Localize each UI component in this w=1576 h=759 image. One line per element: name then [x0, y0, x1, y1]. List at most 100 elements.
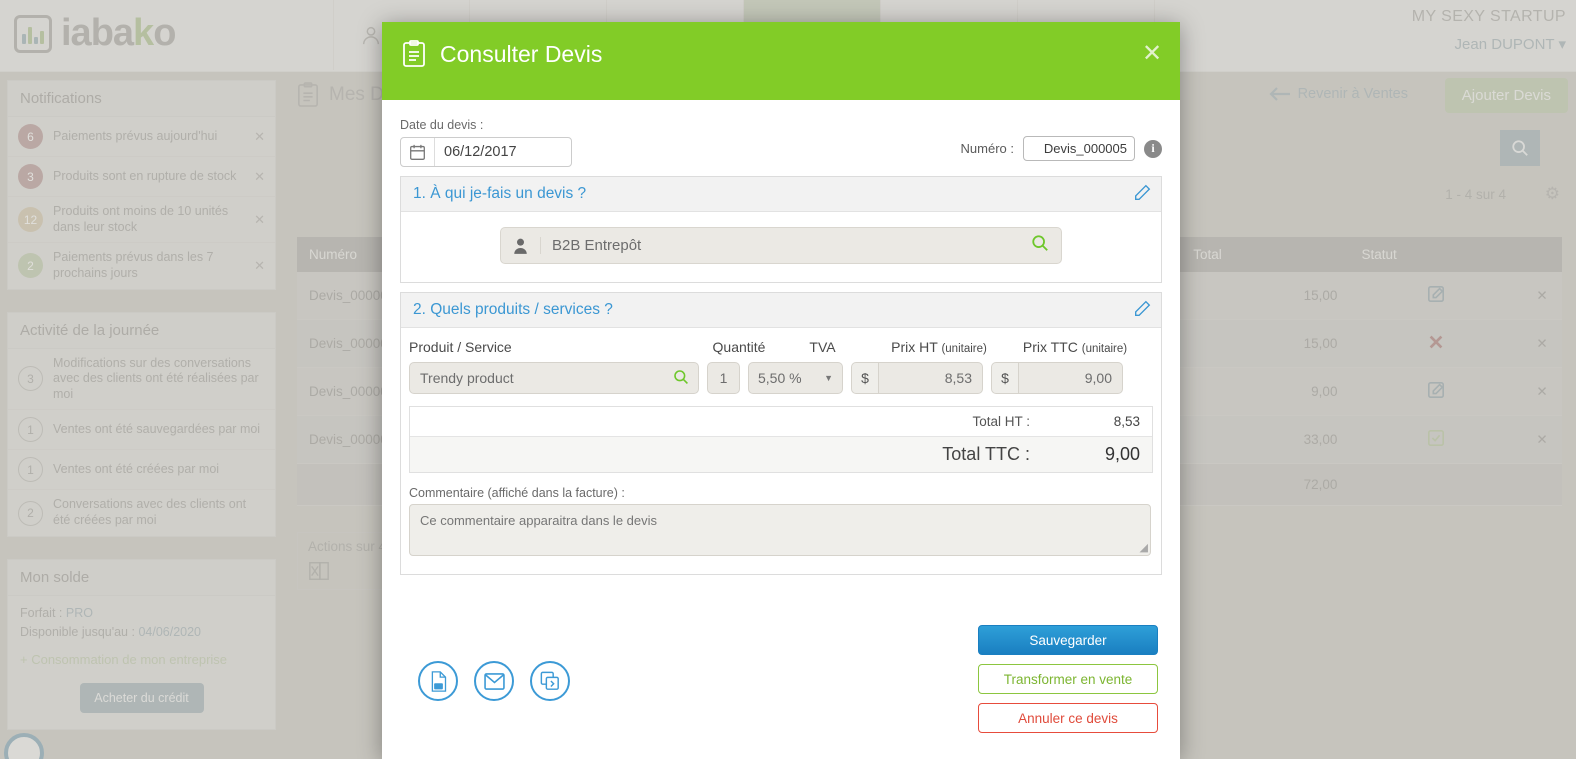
close-icon[interactable]: ✕: [1141, 42, 1163, 66]
price-ht-field[interactable]: $ 8,53: [851, 362, 983, 394]
cell-total: 15,00: [1181, 319, 1350, 368]
status-badge[interactable]: [1349, 415, 1522, 464]
section-products-title: 2. Quels produits / services ?: [413, 301, 613, 318]
back-to-sales-link[interactable]: Revenir à Ventes: [1269, 86, 1408, 102]
close-icon[interactable]: ✕: [254, 129, 265, 145]
price-ttc-field[interactable]: $ 9,00: [991, 362, 1123, 394]
row-delete[interactable]: ✕: [1522, 319, 1562, 368]
product-line-row: Trendy product 1 5,50 % ▼ $ 8,53 $ 9,00: [409, 362, 1153, 394]
gear-icon[interactable]: ⚙: [1545, 184, 1560, 204]
search-icon[interactable]: [1031, 234, 1061, 257]
search-icon[interactable]: [673, 369, 689, 388]
company-name: MY SEXY STARTUP: [1411, 8, 1566, 25]
activity-text: Ventes ont été sauvegardées par moi: [53, 422, 261, 437]
cancel-devis-button[interactable]: Annuler ce devis: [978, 703, 1158, 733]
section-client: 1. À qui je-fais un devis ? B2B Entrepôt: [400, 176, 1162, 283]
status-badge[interactable]: [1349, 367, 1522, 416]
notification-item[interactable]: 6 Paiements prévus aujourd'hui ✕: [8, 117, 275, 157]
bulk-actions-label: Actions sur 4: [308, 539, 387, 554]
date-and-number-row: Date du devis : 06/12/2017 Numéro : Devi…: [400, 118, 1162, 176]
pagination-count: 1 - 4 sur 4: [1445, 187, 1506, 202]
resize-grip-icon[interactable]: ◢: [1140, 541, 1148, 554]
activity-text: Conversations avec des clients ont été c…: [53, 497, 247, 527]
section-client-header: 1. À qui je-fais un devis ?: [401, 177, 1161, 212]
email-icon[interactable]: [474, 661, 514, 701]
excel-export-icon[interactable]: [308, 560, 330, 582]
balance-title: Mon solde: [8, 559, 275, 596]
modal-action-buttons: Sauvegarder Transformer en vente Annuler…: [978, 625, 1158, 733]
buy-credit-button[interactable]: Acheter du crédit: [79, 682, 204, 713]
total-value: 72,00: [1181, 463, 1350, 506]
notification-item[interactable]: 2 Paiements prévus dans les 7 prochains …: [8, 243, 275, 288]
activity-count: 1: [18, 417, 43, 443]
tva-select[interactable]: 5,50 % ▼: [748, 362, 843, 394]
header-quantite: Quantité: [712, 339, 766, 355]
client-input[interactable]: B2B Entrepôt: [500, 227, 1062, 264]
until-value: 04/06/2020: [138, 624, 202, 639]
notification-count: 3: [18, 164, 43, 189]
row-delete[interactable]: ✕: [1522, 367, 1562, 416]
numero-group: Numéro : Devis_000005 i: [961, 136, 1162, 161]
products-table-header: Produit / Service Quantité TVA Prix HT (…: [409, 339, 1153, 358]
edit-pencil-icon[interactable]: [1134, 184, 1151, 206]
total-ht-row: Total HT : 8,53: [410, 407, 1152, 437]
row-delete[interactable]: ✕: [1522, 272, 1562, 320]
price-ht-value: 8,53: [878, 362, 983, 394]
numero-label: Numéro :: [960, 141, 1014, 156]
arrow-left-icon: [1269, 87, 1290, 101]
notification-item[interactable]: 12 Produits ont moins de 10 unités dans …: [8, 197, 275, 244]
notifications-panel: Notifications 6 Paiements prévus aujourd…: [7, 80, 276, 290]
header-prix-ht: Prix HT (unitaire): [891, 339, 987, 355]
edit-pencil-icon[interactable]: [1134, 300, 1151, 322]
duplicate-icon[interactable]: [530, 661, 570, 701]
header-produit: Produit / Service: [409, 339, 512, 355]
notification-count: 12: [18, 207, 43, 233]
products-table: Produit / Service Quantité TVA Prix HT (…: [401, 339, 1161, 394]
calendar-icon[interactable]: [401, 138, 435, 166]
close-icon[interactable]: ✕: [254, 169, 265, 185]
date-input[interactable]: 06/12/2017: [400, 137, 572, 167]
transform-to-sale-button[interactable]: Transformer en vente: [978, 664, 1158, 694]
comment-value: Ce commentaire apparaitra dans le devis: [420, 513, 658, 528]
notification-item[interactable]: 3 Produits sont en rupture de stock ✕: [8, 157, 275, 197]
modal-title: Consulter Devis: [402, 40, 602, 68]
clipboard-icon: [403, 40, 425, 67]
numero-input[interactable]: Devis_000005: [1023, 136, 1135, 161]
currency-symbol: $: [851, 362, 878, 394]
info-icon[interactable]: i: [1144, 139, 1162, 158]
consumption-link[interactable]: + Consommation de mon entreprise: [20, 652, 263, 667]
product-input[interactable]: Trendy product: [409, 362, 699, 394]
comment-textarea[interactable]: Ce commentaire apparaitra dans le devis …: [409, 504, 1151, 556]
status-badge[interactable]: [1349, 319, 1522, 368]
status-badge[interactable]: [1349, 272, 1522, 320]
pdf-icon[interactable]: [418, 661, 458, 701]
col-actions: [1522, 237, 1562, 272]
plan-value: PRO: [65, 605, 93, 620]
close-icon[interactable]: ✕: [254, 212, 265, 228]
total-ttc-label: Total TTC :: [942, 444, 1030, 464]
col-statut[interactable]: Statut: [1349, 237, 1522, 272]
currency-symbol: $: [991, 362, 1018, 394]
total-ht-value: 8,53: [1113, 414, 1140, 429]
activity-item: 2 Conversations avec des clients ont été…: [8, 490, 275, 535]
activity-count: 1: [18, 457, 43, 483]
add-devis-button[interactable]: Ajouter Devis: [1444, 78, 1568, 113]
modal-body: Date du devis : 06/12/2017 Numéro : Devi…: [382, 100, 1180, 637]
account-area: MY SEXY STARTUP Jean DUPONT ▾: [1412, 8, 1566, 53]
close-icon[interactable]: ✕: [254, 258, 265, 274]
search-button[interactable]: [1500, 130, 1540, 166]
plan-label: Forfait :: [20, 605, 63, 620]
save-button[interactable]: Sauvegarder: [978, 625, 1158, 655]
activity-title: Activité de la journée: [8, 312, 275, 349]
modal-header: Consulter Devis ✕: [382, 22, 1180, 100]
col-total[interactable]: Total: [1181, 237, 1350, 272]
row-delete[interactable]: ✕: [1522, 415, 1562, 464]
cancel-icon: [1429, 335, 1443, 349]
logo-text: iabako: [61, 12, 176, 54]
quantity-input[interactable]: 1: [707, 362, 740, 394]
date-label: Date du devis :: [400, 118, 484, 132]
date-value: 06/12/2017: [444, 144, 517, 160]
tva-value: 5,50 %: [758, 370, 802, 386]
cell-total: 15,00: [1181, 272, 1350, 320]
user-menu[interactable]: Jean DUPONT ▾: [1412, 35, 1566, 53]
